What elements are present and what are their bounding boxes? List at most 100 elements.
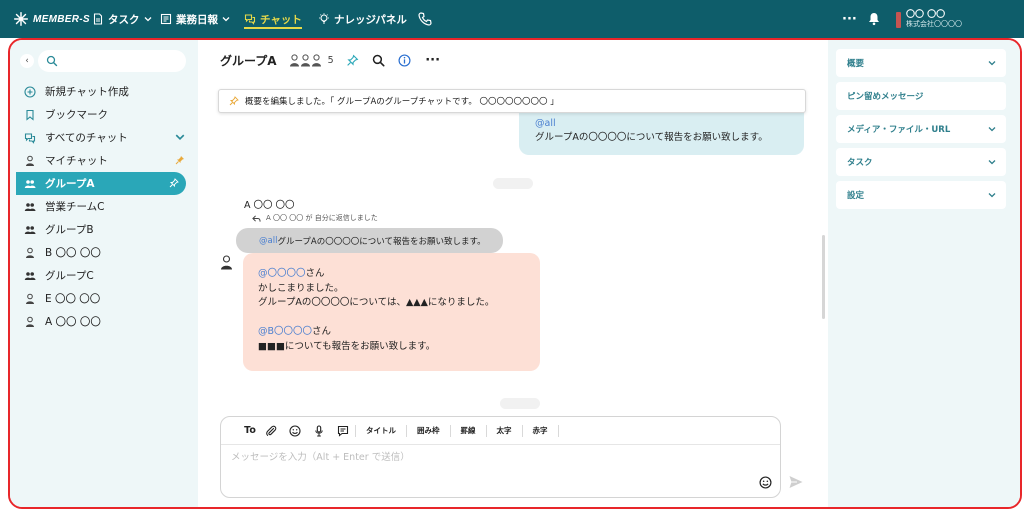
chevron-down-icon bbox=[175, 134, 185, 141]
chat-more-button[interactable]: ··· bbox=[424, 53, 442, 68]
message-list[interactable]: @all グループAの〇〇〇〇について報告をお願い致します。 A 〇〇 〇〇 A… bbox=[198, 80, 818, 410]
reply-note-text: A 〇〇 〇〇 が 自分に返信しました bbox=[266, 214, 378, 222]
sidebar-item-my-chat[interactable]: マイチャット bbox=[10, 149, 198, 172]
search-icon bbox=[46, 55, 58, 67]
chat-title: グループA bbox=[220, 53, 277, 68]
message-scrollbar[interactable] bbox=[822, 235, 825, 319]
pin-icon bbox=[347, 54, 359, 66]
smiley-icon bbox=[289, 424, 301, 437]
member-icon bbox=[300, 53, 310, 66]
pin-toggle[interactable] bbox=[168, 177, 180, 189]
send-icon[interactable] bbox=[788, 474, 804, 490]
mention-user[interactable]: @〇〇〇〇 bbox=[258, 268, 306, 279]
composer-toolbar: To タイトル 囲み枠 罫線 太字 赤字 bbox=[221, 417, 780, 445]
info-button[interactable] bbox=[398, 53, 412, 67]
sidebar-item-group-a[interactable]: グループA bbox=[16, 172, 186, 195]
sidebar-item-user-a[interactable]: A 〇〇 〇〇 bbox=[10, 310, 198, 333]
nav-chat[interactable]: チャット bbox=[244, 0, 302, 38]
chevron-down-icon bbox=[988, 61, 996, 66]
sidebar-item-label: 新規チャット作成 bbox=[45, 86, 129, 98]
person-icon bbox=[26, 316, 34, 327]
mention-all[interactable]: @all bbox=[535, 117, 788, 131]
notice-text: 概要を編集しました。「 グループAのグループチャットです。 〇〇〇〇〇〇〇〇 」 bbox=[245, 97, 559, 107]
message-line: ■■■についても報告をお願い致します。 bbox=[258, 340, 436, 352]
sidebar-item-sales-team-c[interactable]: 営業チームC bbox=[10, 195, 198, 218]
mention-user-b[interactable]: @B〇〇〇〇 bbox=[258, 326, 312, 337]
sidebar-item-group-c[interactable]: グループC bbox=[10, 264, 198, 287]
panel-section-pinned-messages[interactable]: ピン留めメッセージ bbox=[836, 82, 1006, 110]
nav-chat-label: チャット bbox=[260, 13, 302, 26]
pin-icon bbox=[175, 156, 184, 165]
panel-section-tasks[interactable]: タスク bbox=[836, 148, 1006, 176]
nav-daily-report[interactable]: 業務日報 bbox=[160, 0, 230, 38]
panel-section-label: 設定 bbox=[847, 191, 865, 201]
own-message-text: グループAの〇〇〇〇について報告をお願い致します。 bbox=[535, 132, 768, 143]
reply-indicator[interactable]: A 〇〇 〇〇 が 自分に返信しました bbox=[252, 213, 378, 223]
chat-bubbles-icon bbox=[24, 132, 36, 144]
emoji-button[interactable] bbox=[283, 417, 307, 445]
quoted-message[interactable]: @all グループAの〇〇〇〇について報告をお願い致します。 bbox=[236, 228, 503, 253]
message-input[interactable] bbox=[231, 449, 751, 489]
sidebar-collapse-button[interactable]: ‹ bbox=[20, 54, 34, 68]
nav-active-underline bbox=[244, 27, 302, 29]
group-icon bbox=[24, 179, 36, 188]
panel-section-settings[interactable]: 設定 bbox=[836, 181, 1006, 209]
user-avatar bbox=[896, 12, 901, 28]
user-menu[interactable]: 〇〇 〇〇 株式会社〇〇〇〇 bbox=[896, 8, 962, 32]
group-icon bbox=[24, 271, 36, 280]
logo-text: MEMBER-S bbox=[33, 13, 90, 25]
to-button[interactable]: To bbox=[241, 417, 259, 445]
format-box-button[interactable]: 囲み枠 bbox=[407, 417, 450, 445]
sender-name: A 〇〇 〇〇 bbox=[244, 200, 295, 211]
format-bold-button[interactable]: 太字 bbox=[487, 417, 522, 445]
smiley-icon[interactable] bbox=[759, 476, 772, 489]
chat-search-input[interactable] bbox=[62, 55, 172, 67]
sidebar-item-label: 営業チームC bbox=[45, 201, 105, 213]
pinned-notice[interactable]: 概要を編集しました。「 グループAのグループチャットです。 〇〇〇〇〇〇〇〇 」 bbox=[218, 89, 806, 113]
member-icon bbox=[289, 53, 299, 66]
sender-avatar[interactable] bbox=[220, 255, 233, 270]
sidebar-item-user-e[interactable]: E 〇〇 〇〇 bbox=[10, 287, 198, 310]
nav-knowledge-panel[interactable]: ナレッジパネル bbox=[318, 0, 407, 38]
group-icon bbox=[24, 202, 36, 211]
quote-mention: @all bbox=[259, 235, 278, 246]
plus-circle-icon bbox=[24, 85, 36, 98]
member-icon bbox=[311, 53, 321, 66]
panel-section-overview[interactable]: 概要 bbox=[836, 49, 1006, 77]
reply-message-bubble[interactable]: @〇〇〇〇さん かしこまりました。 グループAの〇〇〇〇については、▲▲▲になり… bbox=[243, 253, 540, 371]
chat-search[interactable] bbox=[38, 50, 186, 72]
app-logo[interactable]: MEMBER-S bbox=[12, 8, 90, 30]
sidebar-item-new-chat[interactable]: 新規チャット作成 bbox=[10, 80, 198, 103]
format-title-button[interactable]: タイトル bbox=[356, 417, 406, 445]
pin-toggle[interactable] bbox=[174, 154, 186, 166]
voice-input-button[interactable] bbox=[307, 417, 331, 445]
message-line: かしこまりました。 bbox=[258, 282, 344, 294]
sidebar-item-group-b[interactable]: グループB bbox=[10, 218, 198, 241]
nav-task[interactable]: タスク bbox=[92, 0, 152, 38]
quote-button[interactable] bbox=[331, 417, 355, 445]
sidebar-item-bookmark[interactable]: ブックマーク bbox=[10, 103, 198, 126]
format-red-button[interactable]: 赤字 bbox=[523, 417, 558, 445]
phone-icon[interactable] bbox=[417, 11, 433, 27]
pin-button[interactable] bbox=[346, 53, 360, 67]
chat-icon bbox=[244, 14, 256, 25]
panel-section-media[interactable]: メディア・ファイル・URL bbox=[836, 115, 1006, 143]
sidebar-item-all-chats[interactable]: すべてのチャット bbox=[10, 126, 198, 149]
sidebar-item-label: マイチャット bbox=[45, 155, 108, 167]
member-avatars[interactable] bbox=[289, 53, 322, 67]
search-messages-button[interactable] bbox=[372, 53, 386, 67]
format-rule-button[interactable]: 罫線 bbox=[451, 417, 486, 445]
user-name: 〇〇 〇〇 bbox=[906, 10, 946, 20]
lightbulb-icon bbox=[319, 13, 329, 24]
chevron-down-icon bbox=[988, 160, 996, 165]
sidebar-item-label: すべてのチャット bbox=[45, 132, 128, 144]
attach-button[interactable] bbox=[259, 417, 283, 445]
expand-button[interactable] bbox=[174, 131, 186, 143]
more-menu-button[interactable]: ··· bbox=[842, 0, 857, 38]
quote-text: グループAの〇〇〇〇について報告をお願い致します。 bbox=[277, 236, 486, 247]
panel-section-label: メディア・ファイル・URL bbox=[847, 125, 951, 135]
message-square-icon bbox=[337, 425, 349, 437]
bell-icon[interactable] bbox=[866, 11, 882, 27]
sidebar-item-user-b[interactable]: B 〇〇 〇〇 bbox=[10, 241, 198, 264]
